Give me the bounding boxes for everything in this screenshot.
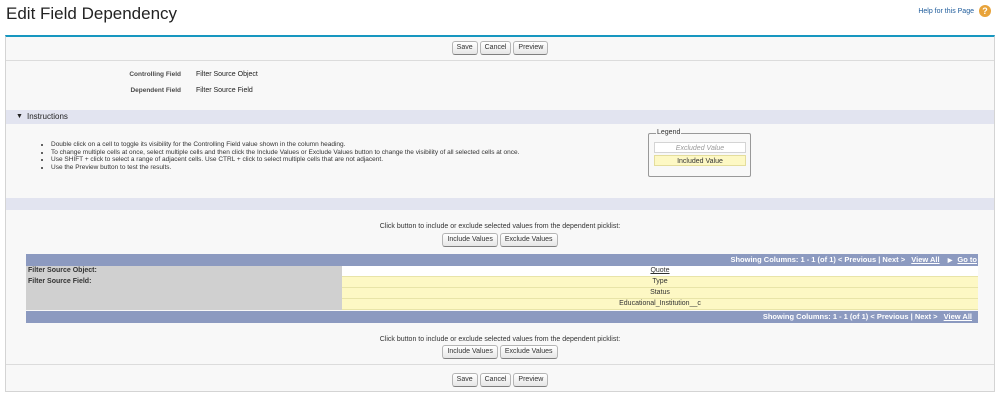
dependency-cell-status[interactable]: Status [342,288,978,299]
include-values-button-bottom[interactable]: Include Values [442,345,498,359]
legend-title: Legend [656,129,682,136]
cancel-button-top[interactable]: Cancel [479,41,512,55]
showing-columns-text: Showing Columns: 1 - 1 (of 1) [762,312,869,321]
dependency-cell-type[interactable]: Type [342,277,978,288]
include-values-button-top[interactable]: Include Values [442,233,498,247]
instructions-section-header[interactable]: ▼ Instructions [6,110,994,124]
go-to-arrow-icon: ▶ [947,258,953,264]
go-to-link[interactable]: Go to [957,255,977,264]
controlling-field-value: Filter Source Object [196,71,258,78]
dependency-panel: Save Cancel Preview Controlling Field Fi… [5,35,995,392]
preview-button-bottom[interactable]: Preview [513,373,549,387]
section-divider-bar [6,198,994,210]
collapse-triangle-icon[interactable]: ▼ [16,113,23,120]
page-title: Edit Field Dependency [6,4,178,23]
next-link[interactable]: Next > [915,312,938,321]
controlling-row-label: Filter Source Object: [26,266,342,277]
grid-nav-bottom-links: Showing Columns: 1 - 1 (of 1) < Previous… [763,312,972,321]
grid-nav-bottom: Showing Columns: 1 - 1 (of 1) < Previous… [26,311,978,323]
controlling-field-label: Controlling Field [129,71,181,78]
instruction-item: Use SHIFT + click to select a range of a… [51,156,519,164]
nav-separator: | [910,312,913,321]
instruction-item: To change multiple cells at once, select… [51,149,519,157]
dependent-field-label: Dependent Field [130,87,181,94]
instructions-title: Instructions [27,112,68,121]
legend-included: Included Value [654,155,746,166]
question-circle-icon[interactable]: ? [979,5,991,17]
table-row: Type [26,277,978,288]
showing-columns-text: Showing Columns: 1 - 1 (of 1) [730,255,836,264]
table-row: Status [26,288,978,299]
cancel-button-bottom[interactable]: Cancel [479,373,512,387]
table-row: Educational_Institution__c [26,299,978,310]
legend: Legend Excluded Value Included Value [648,129,751,177]
divider [6,60,994,61]
instruction-item: Double click on a cell to toggle its vis… [51,141,519,149]
save-button-bottom[interactable]: Save [451,373,478,387]
hint-text-bottom: Click button to include or exclude selec… [379,336,621,343]
dependent-field-value: Filter Source Field [196,87,253,94]
dependency-cell-educational-institution[interactable]: Educational_Institution__c [342,299,978,310]
legend-excluded: Excluded Value [654,142,746,153]
nav-separator: | [878,255,881,264]
include-exclude-row-top: Include Values Exclude Values [6,233,994,247]
save-button-top[interactable]: Save [451,41,478,55]
divider [6,364,994,365]
bottom-button-row: Save Cancel Preview [6,373,994,387]
previous-link[interactable]: < Previous [838,255,876,264]
include-exclude-row-bottom: Include Values Exclude Values [6,345,994,359]
view-all-link[interactable]: View All [944,312,972,321]
exclude-values-button-bottom[interactable]: Exclude Values [499,345,558,359]
view-all-link[interactable]: View All [911,255,939,264]
controlling-row: Filter Source Object: Quote [26,266,978,277]
grid-nav-top: Showing Columns: 1 - 1 (of 1) < Previous… [26,254,978,266]
hint-text-top: Click button to include or exclude selec… [379,223,621,230]
instruction-item: Use the Preview button to test the resul… [51,164,519,172]
grid-nav-top-links: Showing Columns: 1 - 1 (of 1) < Previous… [730,255,977,264]
help-link[interactable]: Help for this Page [918,8,974,15]
next-link[interactable]: Next > [882,255,905,264]
previous-link[interactable]: < Previous [870,312,908,321]
instructions-list: Double click on a cell to toggle its vis… [51,141,519,171]
exclude-values-button-top[interactable]: Exclude Values [499,233,558,247]
top-button-row: Save Cancel Preview [6,41,994,55]
preview-button-top[interactable]: Preview [513,41,549,55]
column-header-quote[interactable]: Quote [342,266,978,277]
